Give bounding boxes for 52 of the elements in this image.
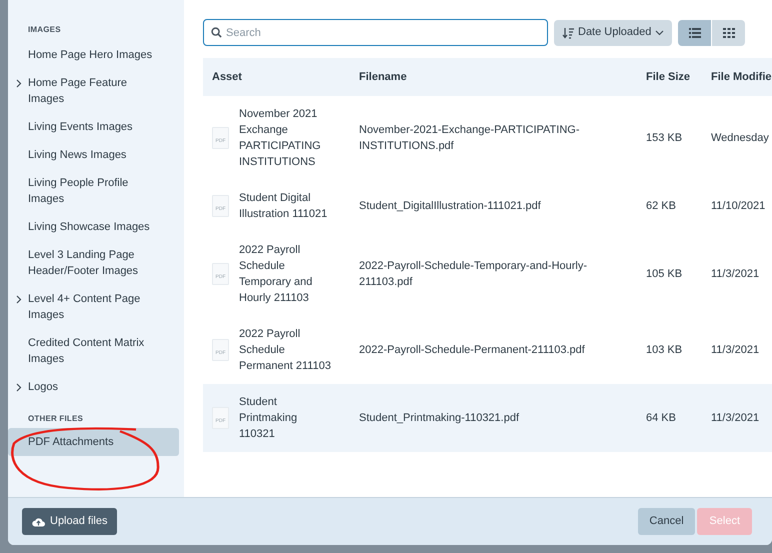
- filename-cell-text: 2022-Payroll-Schedule-Temporary-and-Hourly-211103.pdf: [358, 259, 588, 290]
- sort-icon: [562, 26, 574, 38]
- asset-name[interactable]: Student Printmaking 110321: [239, 394, 335, 442]
- grid-icon: [722, 28, 735, 38]
- filename-cell: November-2021-Exchange-PARTICIPATING-INSTITUTIONS.pdf: [350, 96, 637, 180]
- asset-name[interactable]: Student Digital Illustration 111021: [239, 190, 335, 222]
- column-header: Asset: [203, 58, 350, 96]
- sidebar-item[interactable]: Living Showcase Images: [8, 213, 179, 241]
- filename-cell: 2022-Payroll-Schedule-Permanent-211103.pdf: [350, 316, 637, 384]
- file-size-cell: 153 KB: [637, 96, 702, 180]
- cancel-button[interactable]: Cancel: [638, 508, 695, 535]
- sidebar-item[interactable]: Living Events Images: [8, 113, 179, 141]
- chevron-icon: [16, 383, 22, 392]
- date-cell: 11/3/2021: [702, 384, 772, 452]
- section-heading: IMAGES: [27, 24, 62, 36]
- grid-view-button[interactable]: [712, 20, 746, 46]
- file-size-cell: 103 KB: [637, 316, 702, 384]
- chevron-icon: [16, 79, 22, 88]
- search-icon: [211, 27, 222, 38]
- sidebar-item[interactable]: Logos: [8, 373, 179, 401]
- file-size-cell-text: 105 KB: [645, 267, 684, 282]
- upload-files-button[interactable]: Upload files: [22, 508, 118, 535]
- sidebar-item[interactable]: Level 4+ Content Page Images: [8, 285, 179, 329]
- cloud-upload-icon: [32, 516, 45, 526]
- filename-cell: Student_Printmaking-110321.pdf: [350, 384, 637, 452]
- caret-icon: [655, 30, 664, 36]
- search-field[interactable]: Search: [203, 19, 548, 46]
- asset-name[interactable]: 2022 Payroll Schedule Temporary and Hourly 211103: [239, 242, 335, 306]
- sidebar-item[interactable]: Home Page Hero Images: [8, 41, 179, 69]
- filename-cell-text: Student_DigitalIllustration-111021.pdf: [358, 199, 542, 214]
- date-cell: 11/3/2021: [702, 316, 772, 384]
- chevron-icon: [16, 295, 22, 304]
- sidebar-item[interactable]: Living People Profile Images: [8, 169, 179, 213]
- asset-name[interactable]: November 2021 Exchange PARTICIPATING INSTITUTIONS: [239, 106, 335, 170]
- sidebar-item[interactable]: Home Page Feature Images: [8, 69, 179, 113]
- sort-dropdown[interactable]: Date Uploaded: [554, 20, 672, 46]
- column-header: Filename: [350, 58, 637, 96]
- sidebar-item[interactable]: Living News Images: [8, 141, 179, 169]
- section-heading: OTHER FILES: [27, 413, 84, 425]
- list-view-button[interactable]: [678, 20, 712, 46]
- file-size-cell: 64 KB: [637, 384, 702, 452]
- sidebar-item[interactable]: Credited Content Matrix Images: [8, 329, 179, 373]
- sidebar-item[interactable]: PDF Attachments: [8, 428, 179, 456]
- sidebar-item[interactable]: Level 3 Landing Page Header/Footer Images: [8, 241, 179, 285]
- date-cell: Wednesday: [702, 96, 772, 180]
- column-header: File Size: [637, 58, 702, 96]
- date-cell-text: 11/10/2021: [710, 199, 766, 214]
- list-icon: [688, 28, 701, 38]
- file-size-cell-text: 62 KB: [645, 199, 677, 214]
- asset-name[interactable]: 2022 Payroll Schedule Permanent 211103: [239, 326, 335, 374]
- date-cell-text: 11/3/2021: [710, 267, 760, 282]
- column-header: File Modifie: [702, 58, 772, 96]
